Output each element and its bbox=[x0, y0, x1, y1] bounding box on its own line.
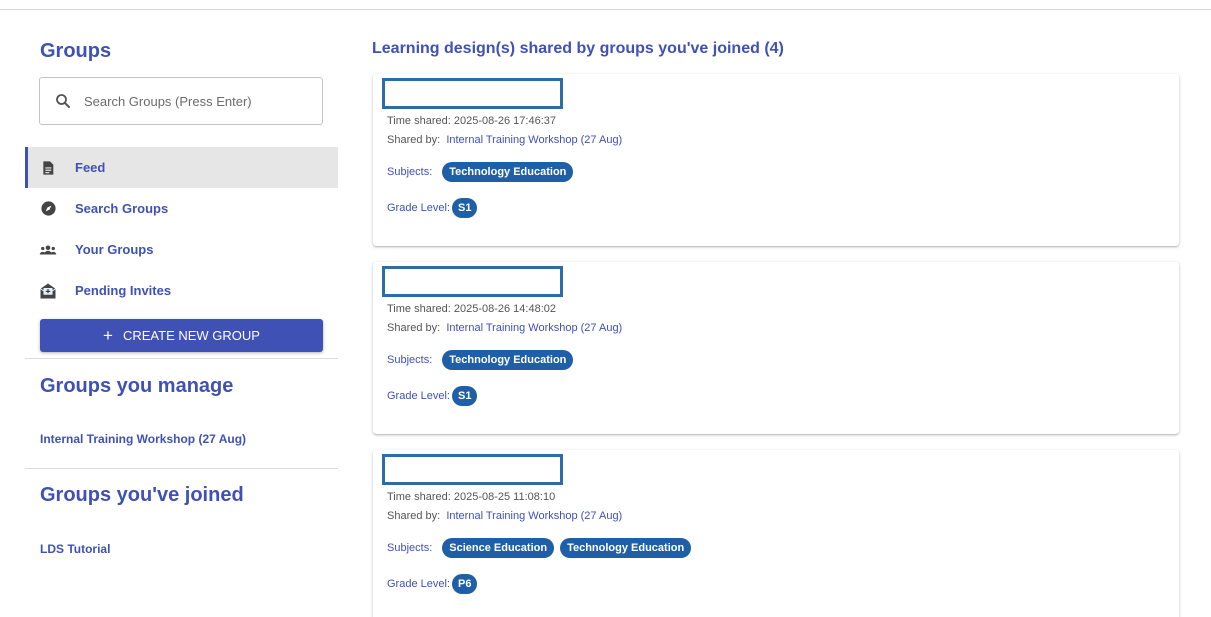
subjects-row: Subjects: Technology Education bbox=[387, 162, 574, 182]
redacted-design-name bbox=[382, 454, 563, 485]
shared-by: Shared by: Internal Training Workshop (2… bbox=[387, 322, 623, 334]
subject-chip[interactable]: Technology Education bbox=[560, 538, 692, 558]
shared-by-link[interactable]: Internal Training Workshop (27 Aug) bbox=[446, 510, 622, 522]
sidebar-item-search-groups[interactable]: Search Groups bbox=[25, 188, 338, 229]
learning-design-card[interactable]: Time shared: 2025-08-25 11:08:10 Shared … bbox=[373, 450, 1179, 617]
document-icon bbox=[39, 159, 57, 177]
sidebar-title: Groups bbox=[40, 40, 112, 62]
time-shared: Time shared: 2025-08-25 11:08:10 bbox=[387, 491, 556, 503]
divider bbox=[25, 358, 338, 359]
learning-design-card[interactable]: Time shared: 2025-08-26 14:48:02 Shared … bbox=[373, 262, 1179, 434]
divider bbox=[25, 468, 338, 469]
search-icon bbox=[56, 94, 70, 108]
grade-level-row: Grade Level: S1 bbox=[387, 386, 478, 406]
managed-group-link[interactable]: Internal Training Workshop (27 Aug) bbox=[40, 432, 246, 446]
learning-design-card[interactable]: Time shared: 2025-08-26 17:46:37 Shared … bbox=[373, 74, 1179, 246]
shared-by: Shared by: Internal Training Workshop (2… bbox=[387, 134, 623, 146]
sidebar-item-label: Your Groups bbox=[75, 242, 154, 257]
people-icon bbox=[39, 241, 57, 259]
search-input[interactable] bbox=[84, 93, 304, 109]
sidebar-item-label: Search Groups bbox=[75, 201, 169, 216]
page-title: Learning design(s) shared by groups you'… bbox=[372, 40, 784, 57]
compass-icon bbox=[39, 200, 57, 218]
sidebar-item-label: Feed bbox=[75, 160, 106, 175]
create-new-group-button[interactable]: + CREATE NEW GROUP bbox=[40, 319, 323, 352]
groups-joined-title: Groups you've joined bbox=[40, 484, 244, 506]
shared-by: Shared by: Internal Training Workshop (2… bbox=[387, 510, 623, 522]
grade-level-row: Grade Level: P6 bbox=[387, 574, 478, 594]
grade-chip[interactable]: S1 bbox=[451, 386, 478, 406]
redacted-design-name bbox=[382, 78, 563, 109]
shared-by-link[interactable]: Internal Training Workshop (27 Aug) bbox=[446, 134, 622, 146]
sidebar-item-label: Pending Invites bbox=[75, 283, 172, 298]
plus-icon: + bbox=[103, 326, 113, 345]
sidebar: Groups Feed Search Groups Your Groups bbox=[0, 0, 340, 617]
grade-chip[interactable]: P6 bbox=[451, 574, 478, 594]
groups-you-manage-title: Groups you manage bbox=[40, 375, 234, 397]
grade-level-row: Grade Level: S1 bbox=[387, 198, 478, 218]
subject-chip[interactable]: Technology Education bbox=[442, 162, 574, 182]
subject-chip[interactable]: Science Education bbox=[442, 538, 555, 558]
time-shared: Time shared: 2025-08-26 17:46:37 bbox=[387, 115, 557, 127]
joined-group-link[interactable]: LDS Tutorial bbox=[40, 542, 110, 556]
sidebar-nav: Feed Search Groups Your Groups Pending I… bbox=[25, 147, 338, 311]
sidebar-item-your-groups[interactable]: Your Groups bbox=[25, 229, 338, 270]
subjects-row: Subjects: Technology Education bbox=[387, 350, 574, 370]
mail-invite-icon bbox=[39, 282, 57, 300]
time-shared: Time shared: 2025-08-26 14:48:02 bbox=[387, 303, 557, 315]
subject-chip[interactable]: Technology Education bbox=[442, 350, 574, 370]
redacted-design-name bbox=[382, 266, 563, 297]
search-box[interactable] bbox=[39, 77, 323, 125]
shared-by-link[interactable]: Internal Training Workshop (27 Aug) bbox=[446, 322, 622, 334]
create-button-label: CREATE NEW GROUP bbox=[122, 328, 260, 343]
grade-chip[interactable]: S1 bbox=[451, 198, 478, 218]
sidebar-item-pending-invites[interactable]: Pending Invites bbox=[25, 270, 338, 311]
sidebar-item-feed[interactable]: Feed bbox=[25, 147, 338, 188]
subjects-row: Subjects: Science Education Technology E… bbox=[387, 538, 692, 558]
